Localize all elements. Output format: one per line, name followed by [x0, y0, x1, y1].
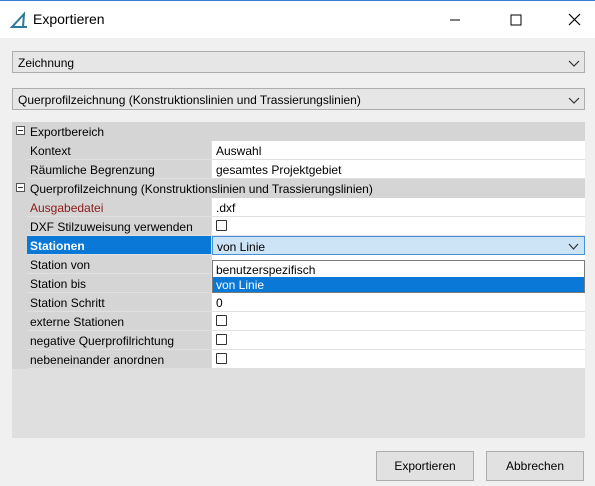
- stations-dropdown-list: benutzerspezifisch von Linie: [212, 260, 585, 293]
- minimize-icon: [450, 19, 460, 20]
- property-name: Station von: [27, 255, 211, 274]
- property-row-externe-stationen[interactable]: externe Stationen: [12, 312, 585, 331]
- external-stations-checkbox[interactable]: [216, 315, 227, 326]
- chevron-down-icon[interactable]: [568, 241, 579, 252]
- output-file-field[interactable]: .dxf: [212, 198, 585, 217]
- app-logo-icon: [9, 11, 27, 28]
- category-querprofilzeichnung[interactable]: Querprofilzeichnung (Konstruktionslinien…: [12, 179, 585, 198]
- property-name: Ausgabedatei: [27, 198, 211, 217]
- property-value-field[interactable]: Auswahl: [212, 141, 585, 160]
- chevron-down-icon: [568, 60, 580, 67]
- station-step-field[interactable]: 0: [212, 293, 585, 312]
- property-name: Station Schritt: [27, 293, 211, 312]
- chevron-down-icon: [568, 97, 580, 104]
- property-name: Stationen: [27, 236, 211, 255]
- property-name: Kontext: [27, 141, 211, 160]
- property-name: Räumliche Begrenzung: [27, 160, 211, 179]
- property-name: DXF Stilzuweisung verwenden: [27, 217, 211, 236]
- window-title: Exportieren: [33, 11, 105, 27]
- cancel-button[interactable]: Abbrechen: [486, 451, 584, 481]
- negative-direction-checkbox[interactable]: [216, 334, 227, 345]
- stations-select[interactable]: von Linie: [212, 236, 585, 255]
- property-name: Station bis: [27, 274, 211, 293]
- close-icon: [568, 13, 580, 26]
- category-label: Querprofilzeichnung (Konstruktionslinien…: [30, 182, 373, 196]
- property-row-raeumliche-begrenzung[interactable]: Räumliche Begrenzung gesamtes Projektgeb…: [12, 160, 585, 179]
- collapse-icon[interactable]: [16, 126, 25, 135]
- property-name: negative Querprofilrichtung: [27, 331, 211, 350]
- property-row-kontext[interactable]: Kontext Auswahl: [12, 141, 585, 160]
- button-bar: Exportieren Abbrechen: [0, 438, 595, 486]
- export-format-value: Querprofilzeichnung (Konstruktionslinien…: [18, 93, 361, 107]
- category-exportbereich[interactable]: Exportbereich: [12, 122, 585, 141]
- dropdown-option-benutzerspezifisch[interactable]: benutzerspezifisch: [213, 262, 584, 277]
- category-label: Exportbereich: [30, 125, 105, 139]
- property-name: externe Stationen: [27, 312, 211, 331]
- dropdown-option-von-linie[interactable]: von Linie: [213, 277, 584, 292]
- property-row-ausgabedatei[interactable]: Ausgabedatei .dxf: [12, 198, 585, 217]
- maximize-icon: [510, 14, 522, 25]
- export-type-value: Zeichnung: [18, 56, 75, 70]
- minimize-button[interactable]: [432, 1, 478, 38]
- close-button[interactable]: [551, 1, 595, 38]
- property-row-dxf-stilzuweisung[interactable]: DXF Stilzuweisung verwenden: [12, 217, 585, 236]
- export-dialog: Exportieren Zeichnung Querprofilzeichnun…: [0, 0, 595, 486]
- collapse-icon[interactable]: [16, 183, 25, 192]
- title-bar: Exportieren: [0, 0, 595, 38]
- export-format-select[interactable]: Querprofilzeichnung (Konstruktionslinien…: [12, 88, 585, 110]
- property-row-station-schritt[interactable]: Station Schritt 0: [12, 293, 585, 312]
- dxf-style-checkbox[interactable]: [216, 220, 227, 231]
- property-row-negative-querprofilrichtung[interactable]: negative Querprofilrichtung: [12, 331, 585, 350]
- export-type-select[interactable]: Zeichnung: [12, 51, 585, 73]
- property-value-field[interactable]: gesamtes Projektgebiet: [212, 160, 585, 179]
- maximize-button[interactable]: [493, 1, 539, 38]
- side-by-side-checkbox[interactable]: [216, 353, 227, 364]
- export-button[interactable]: Exportieren: [376, 451, 474, 481]
- property-row-stationen[interactable]: Stationen von Linie: [12, 236, 585, 255]
- property-row-nebeneinander[interactable]: nebeneinander anordnen: [12, 350, 585, 369]
- property-name: nebeneinander anordnen: [27, 350, 211, 369]
